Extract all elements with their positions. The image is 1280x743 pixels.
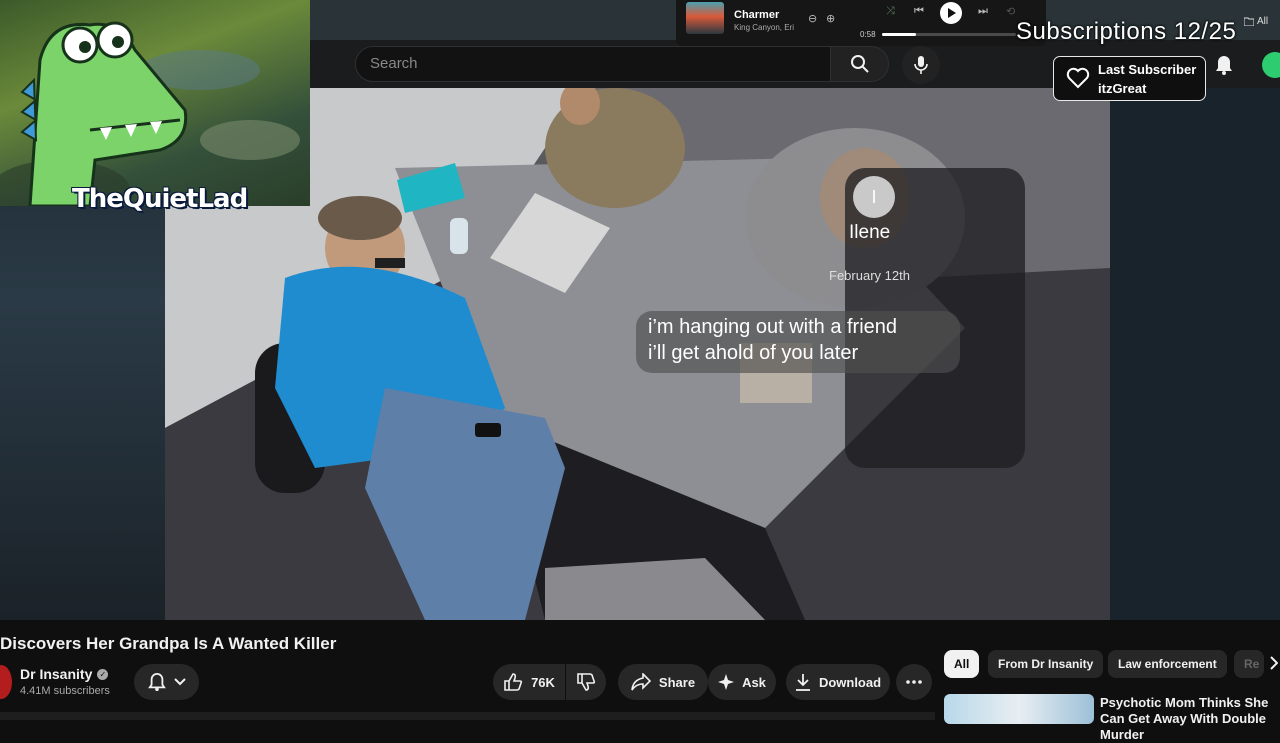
song-title: Charmer [734,9,780,21]
search-icon [850,54,870,74]
verified-icon: ✓ [97,668,109,680]
minus-circle-icon[interactable]: ⊖ [808,12,817,25]
video-title: Discovers Her Grandpa Is A Wanted Killer [0,634,337,653]
message-line-1: i’m hanging out with a friend [648,316,898,338]
crocodile-avatar [0,21,300,206]
repeat-icon[interactable]: ⟲ [1006,5,1015,18]
search-input[interactable]: Search [355,46,831,82]
chip-law-enforcement[interactable]: Law enforcement [1108,650,1227,678]
contact-name: Ilene [849,222,891,243]
message-line-2: i’ll get ahold of you later [648,342,859,364]
dislike-button[interactable] [566,664,606,700]
contact-avatar: I [853,176,895,218]
message-bubble: i’m hanging out with a friend i’ll get a… [636,311,960,373]
channel-avatar[interactable] [0,665,12,699]
previous-track-icon[interactable]: ⏮ [914,5,924,18]
last-subscriber-box: Last Subscriber itzGreat [1053,56,1206,101]
chip-all[interactable]: All [944,650,980,678]
microphone-icon [913,55,929,75]
play-icon [947,8,956,18]
play-button[interactable] [940,2,962,24]
album-art [686,2,724,34]
download-label: Download [818,674,882,690]
recommendation-title[interactable]: Psychotic Mom Thinks She Can Get Away Wi… [1100,695,1280,743]
notifications-icon[interactable] [1214,54,1234,76]
bell-icon [147,672,166,692]
all-bookmarks-label: All [1257,16,1269,27]
plus-circle-icon[interactable]: ⊕ [826,12,835,25]
chip-from-channel[interactable]: From Dr Insanity [988,650,1104,678]
webcam-overlay [0,0,310,206]
chevron-right-icon[interactable] [1270,656,1278,670]
more-horizontal-icon [906,680,922,684]
webcam-label: TheQuietLad [72,184,248,214]
ask-button[interactable]: Ask [708,664,776,700]
elapsed-time: 0:58 [860,30,876,39]
song-progress-fill [882,33,916,36]
shuffle-icon[interactable]: ⤨ [886,5,895,18]
download-icon [795,673,811,691]
thumbs-down-icon [576,672,596,692]
message-date: February 12th [829,268,910,283]
share-button[interactable]: Share [618,664,708,700]
folder-icon [1244,17,1254,26]
share-label: Share [658,674,696,690]
share-icon [631,673,651,691]
search-button[interactable] [831,46,889,82]
song-artist: King Canyon, Eri [734,23,795,32]
like-button[interactable]: 76K [493,664,565,700]
channel-subscribers: 4.41M subscribers [20,685,110,697]
chevron-down-icon [173,678,186,686]
heart-icon [1066,67,1090,89]
all-bookmarks-button[interactable]: All [1244,16,1268,27]
last-subscriber-name: itzGreat [1098,81,1147,96]
chip-related[interactable]: Re [1234,650,1264,678]
next-track-icon[interactable]: ⏭ [978,5,988,18]
music-player: Charmer King Canyon, Eri ⊖ ⊕ ⤨ ⏮ ⏭ ⟲ 0:5… [676,0,1046,46]
song-progress-bar[interactable] [882,33,1016,36]
description-panel-edge [0,712,935,720]
channel-name-label: Dr Insanity [20,666,93,682]
ask-label: Ask [742,674,766,690]
subscribed-bell-button[interactable] [134,664,199,700]
download-button[interactable]: Download [786,664,890,700]
more-actions-button[interactable] [896,664,932,700]
subscriptions-goal: Subscriptions 12/25 [1016,18,1237,45]
voice-search-button[interactable] [902,46,940,84]
thumbs-up-icon [503,672,523,692]
like-count: 76K [531,674,555,690]
right-backdrop [1110,88,1280,620]
sparkle-icon [718,674,735,690]
channel-name[interactable]: Dr Insanity ✓ [20,666,109,682]
last-subscriber-title: Last Subscriber [1098,62,1197,77]
